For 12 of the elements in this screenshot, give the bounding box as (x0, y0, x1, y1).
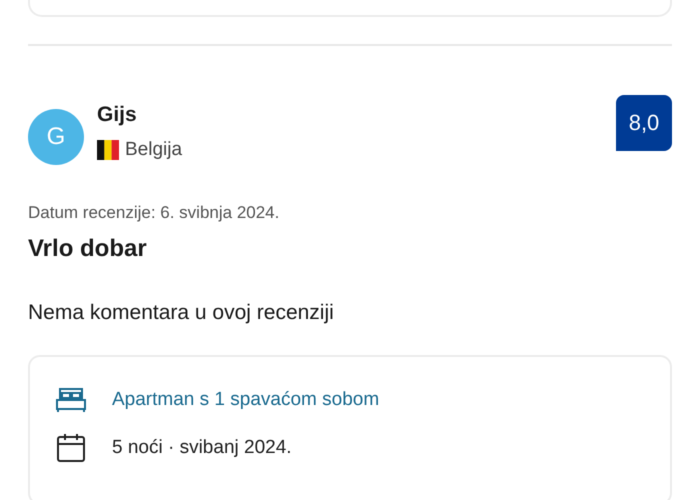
calendar-icon (56, 433, 86, 463)
bed-icon (56, 387, 86, 413)
review-title: Vrlo dobar (28, 235, 148, 263)
score-badge: 8,0 (616, 95, 672, 151)
avatar: G (28, 109, 84, 165)
country: Belgija (125, 139, 182, 161)
flag-icon (97, 140, 119, 160)
reviewer-name: Gijs (97, 103, 138, 127)
room-link[interactable]: Apartman s 1 spavaćom sobom (112, 389, 380, 411)
review-comment: Nema komentara u ovoj recenziji (28, 301, 335, 325)
review-date: Datum recenzije: 6. svibnja 2024. (28, 203, 280, 223)
stay-info: 5 noći · svibanj 2024. (112, 437, 292, 459)
